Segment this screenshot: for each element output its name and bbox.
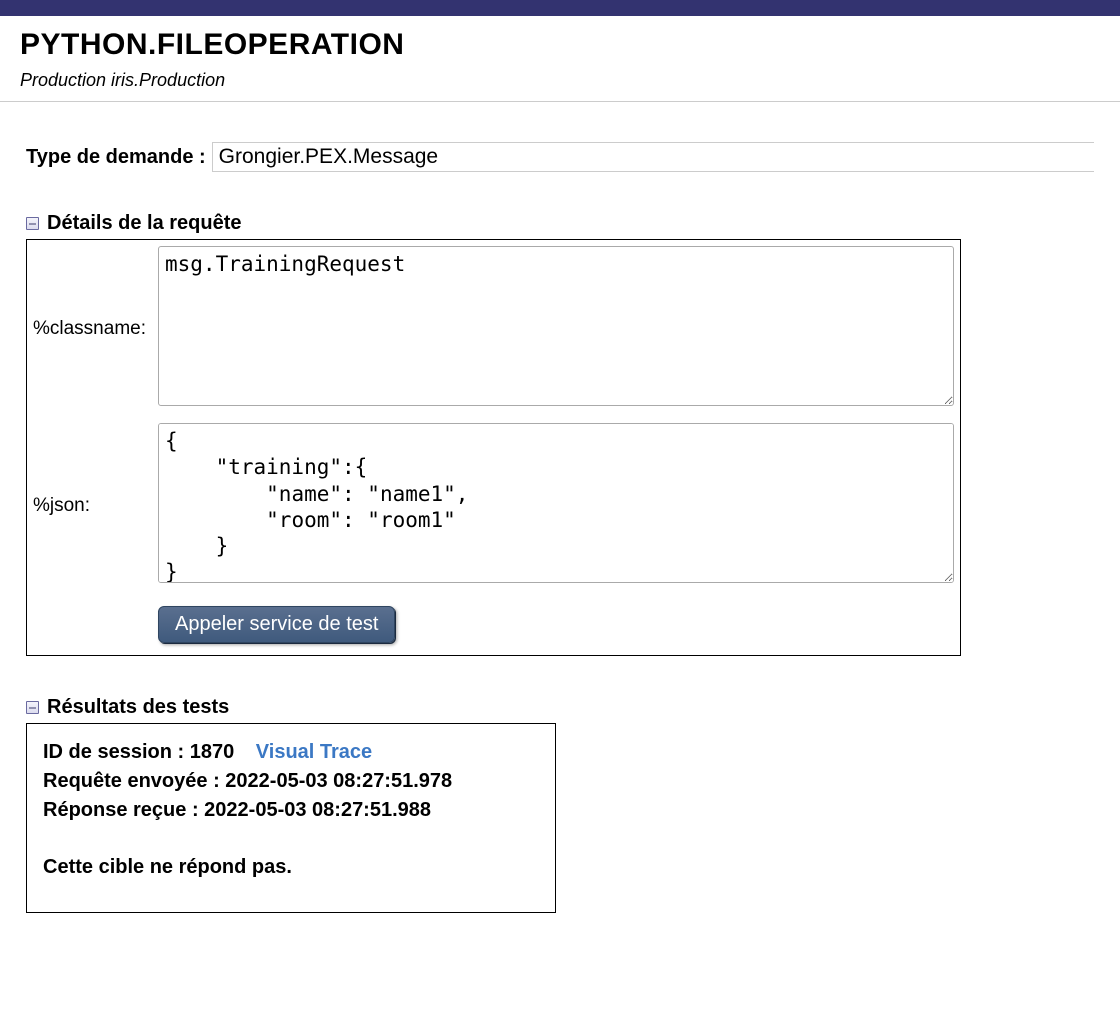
response-received-line: Réponse reçue : 2022-05-03 08:27:51.988: [43, 796, 539, 825]
response-received-label: Réponse reçue :: [43, 799, 199, 821]
json-input[interactable]: [158, 423, 954, 583]
classname-input[interactable]: [158, 246, 954, 406]
page-subtitle: Production iris.Production: [20, 70, 1100, 91]
json-label: %json:: [27, 417, 152, 594]
classname-label: %classname:: [27, 240, 152, 417]
collapse-icon[interactable]: [26, 217, 39, 230]
session-line: ID de session : 1870 Visual Trace: [43, 738, 539, 767]
request-sent-ts: 2022-05-03 08:27:51.978: [225, 770, 452, 792]
visual-trace-link[interactable]: Visual Trace: [256, 741, 372, 763]
request-sent-line: Requête envoyée : 2022-05-03 08:27:51.97…: [43, 767, 539, 796]
request-type-input[interactable]: [212, 142, 1094, 172]
call-test-service-button[interactable]: Appeler service de test: [158, 606, 395, 643]
response-received-ts: 2022-05-03 08:27:51.988: [204, 799, 431, 821]
page-header: PYTHON.FILEOPERATION Production iris.Pro…: [0, 16, 1120, 102]
details-box: %classname: %json: Appeler service de te…: [26, 239, 961, 656]
results-section-header[interactable]: Résultats des tests: [26, 696, 1094, 719]
session-label: ID de session :: [43, 741, 184, 763]
details-heading: Détails de la requête: [47, 212, 242, 235]
request-type-label: Type de demande :: [26, 146, 206, 169]
session-id: 1870: [190, 741, 235, 763]
results-heading: Résultats des tests: [47, 696, 229, 719]
request-sent-label: Requête envoyée :: [43, 770, 220, 792]
request-type-row: Type de demande :: [26, 142, 1094, 172]
page-title: PYTHON.FILEOPERATION: [20, 28, 1100, 62]
results-box: ID de session : 1870 Visual Trace Requêt…: [26, 723, 556, 913]
collapse-icon[interactable]: [26, 701, 39, 714]
results-note: Cette cible ne répond pas.: [43, 853, 539, 882]
top-bar: [0, 0, 1120, 16]
details-section-header[interactable]: Détails de la requête: [26, 212, 1094, 235]
